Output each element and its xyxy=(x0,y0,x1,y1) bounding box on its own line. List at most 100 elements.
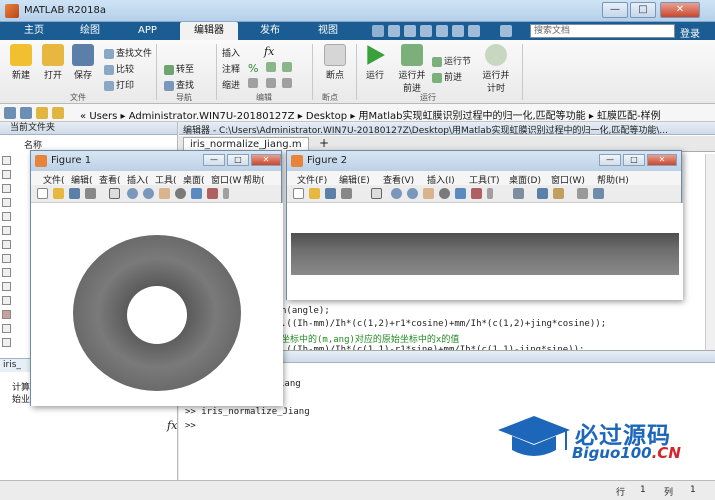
file-icon[interactable] xyxy=(2,254,11,263)
login-link[interactable]: 登录 xyxy=(680,25,700,40)
brush-icon[interactable] xyxy=(471,188,482,199)
file-icon[interactable] xyxy=(2,212,11,221)
help-quick-icon[interactable] xyxy=(500,25,512,37)
hide-plot-tools-icon[interactable] xyxy=(577,188,588,199)
percent-comment-icon[interactable]: % xyxy=(248,62,258,75)
save-icon[interactable] xyxy=(325,188,336,199)
maximize-button[interactable]: □ xyxy=(630,2,656,18)
open-icon[interactable] xyxy=(53,188,64,199)
file-icon[interactable] xyxy=(2,198,11,207)
file-icon[interactable] xyxy=(2,156,11,165)
new-tab-button[interactable]: + xyxy=(319,136,329,150)
figure-1-maximize-button[interactable]: □ xyxy=(227,154,249,166)
tab-editor[interactable]: 编辑器 xyxy=(180,22,238,40)
insert-button[interactable]: 插入 xyxy=(222,46,240,59)
smart-indent-icon[interactable] xyxy=(248,78,260,90)
file-icon[interactable] xyxy=(2,226,11,235)
print-icon[interactable] xyxy=(85,188,96,199)
figure-1-minimize-button[interactable]: — xyxy=(203,154,225,166)
run-section-button[interactable]: 运行节 xyxy=(432,54,471,67)
zoom-out-icon[interactable] xyxy=(143,188,154,199)
uncomment-icon[interactable] xyxy=(266,62,278,74)
print-icon[interactable] xyxy=(341,188,352,199)
file-icon[interactable] xyxy=(2,296,11,305)
run-and-time-button[interactable]: 运行并 计时 xyxy=(478,44,514,94)
print-button[interactable]: 打印 xyxy=(104,78,134,91)
undo-quick-icon[interactable] xyxy=(436,25,448,37)
pan-hand-icon[interactable] xyxy=(159,188,170,199)
forward-arrow-icon[interactable] xyxy=(20,107,32,119)
breadcrumb-administrator[interactable]: Administrator.WIN7U-20180127Z xyxy=(129,111,295,122)
figure-2-minimize-button[interactable]: — xyxy=(599,154,621,166)
breadcrumb-desktop[interactable]: Desktop xyxy=(306,111,347,122)
insert-legend-icon[interactable] xyxy=(553,188,564,199)
breadcrumb-overflow[interactable]: « xyxy=(80,111,86,122)
rotate-3d-icon[interactable] xyxy=(439,188,450,199)
file-icon[interactable] xyxy=(2,282,11,291)
address-path[interactable]: « Users ▸ Administrator.WIN7U-20180127Z … xyxy=(80,107,661,122)
compare-button[interactable]: 比较 xyxy=(104,62,134,75)
data-cursor-icon[interactable] xyxy=(191,188,202,199)
find-files-button[interactable]: 查找文件 xyxy=(104,46,152,59)
figure-2-window[interactable]: Figure 2 — □ ✕ 文件(F) 编辑(E) 查看(V) 插入(I) 工… xyxy=(286,150,683,300)
increase-indent-icon[interactable] xyxy=(266,78,278,90)
new-figure-icon[interactable] xyxy=(37,188,48,199)
wrap-comment-icon[interactable] xyxy=(282,62,294,74)
copy-quick-icon[interactable] xyxy=(404,25,416,37)
figure-2-canvas[interactable] xyxy=(287,203,683,300)
brush-icon[interactable] xyxy=(207,188,218,199)
command-prompt[interactable]: >> xyxy=(185,421,196,431)
figure-1-close-button[interactable]: ✕ xyxy=(251,154,281,166)
code-line[interactable]: .((Ih-mm)/Ih*(c(1,2)+r1*cosine)+mm/Ih*(c… xyxy=(281,319,606,329)
goto-button[interactable]: 转至 xyxy=(164,62,194,75)
file-icon[interactable] xyxy=(2,338,11,347)
file-icon[interactable] xyxy=(2,184,11,193)
zoom-in-icon[interactable] xyxy=(391,188,402,199)
tab-apps[interactable]: APP xyxy=(124,22,171,40)
breakpoints-button[interactable]: 断点 xyxy=(318,44,352,81)
indent-button[interactable]: 缩进 xyxy=(222,78,240,91)
rotate-3d-icon[interactable] xyxy=(175,188,186,199)
pointer-icon[interactable] xyxy=(109,188,120,199)
tab-home[interactable]: 主页 xyxy=(10,22,58,40)
up-folder-icon[interactable] xyxy=(36,107,48,119)
zoom-out-icon[interactable] xyxy=(407,188,418,199)
open-icon[interactable] xyxy=(309,188,320,199)
file-icon[interactable] xyxy=(2,268,11,277)
breadcrumb-users[interactable]: Users xyxy=(89,111,117,122)
cut-quick-icon[interactable] xyxy=(388,25,400,37)
figure-2-close-button[interactable]: ✕ xyxy=(647,154,677,166)
decrease-indent-icon[interactable] xyxy=(282,78,294,90)
redo-quick-icon[interactable] xyxy=(452,25,464,37)
fx-icon[interactable]: fx xyxy=(167,419,177,432)
figure-1-canvas[interactable] xyxy=(31,203,283,406)
new-figure-icon[interactable] xyxy=(293,188,304,199)
file-icon[interactable] xyxy=(2,240,11,249)
comment-button[interactable]: 注释 xyxy=(222,62,240,75)
chevron-down-icon[interactable] xyxy=(487,188,493,199)
show-plot-tools-icon[interactable] xyxy=(593,188,604,199)
tab-publish[interactable]: 发布 xyxy=(246,22,294,40)
editor-scrollbar[interactable] xyxy=(705,154,715,350)
chevron-down-icon[interactable] xyxy=(223,188,229,199)
data-cursor-icon[interactable] xyxy=(455,188,466,199)
fx-button[interactable]: fx xyxy=(264,45,274,58)
run-advance-button[interactable]: 运行并 前进 xyxy=(394,44,430,94)
advance-button[interactable]: 前进 xyxy=(432,70,462,83)
browse-folder-icon[interactable] xyxy=(52,107,64,119)
pan-hand-icon[interactable] xyxy=(423,188,434,199)
link-plot-icon[interactable] xyxy=(513,188,524,199)
file-icon[interactable] xyxy=(2,324,11,333)
back-arrow-icon[interactable] xyxy=(4,107,16,119)
run-button[interactable]: 运行 xyxy=(358,44,392,81)
file-icon[interactable] xyxy=(2,170,11,179)
save-quick-icon[interactable] xyxy=(372,25,384,37)
switch-windows-icon[interactable] xyxy=(468,25,480,37)
save-button[interactable]: 保存 xyxy=(66,44,100,81)
breadcrumb-sample-folder[interactable]: 虹膜匹配-样例 xyxy=(597,111,661,122)
zoom-in-icon[interactable] xyxy=(127,188,138,199)
open-button[interactable]: 打开 xyxy=(36,44,70,81)
tab-view[interactable]: 视图 xyxy=(304,22,352,40)
figure-1-window[interactable]: Figure 1 — □ ✕ 文件( 编辑( 查看( 插入( 工具( 桌面( 窗… xyxy=(30,150,283,406)
code-line[interactable]: n(angle); xyxy=(281,306,330,316)
